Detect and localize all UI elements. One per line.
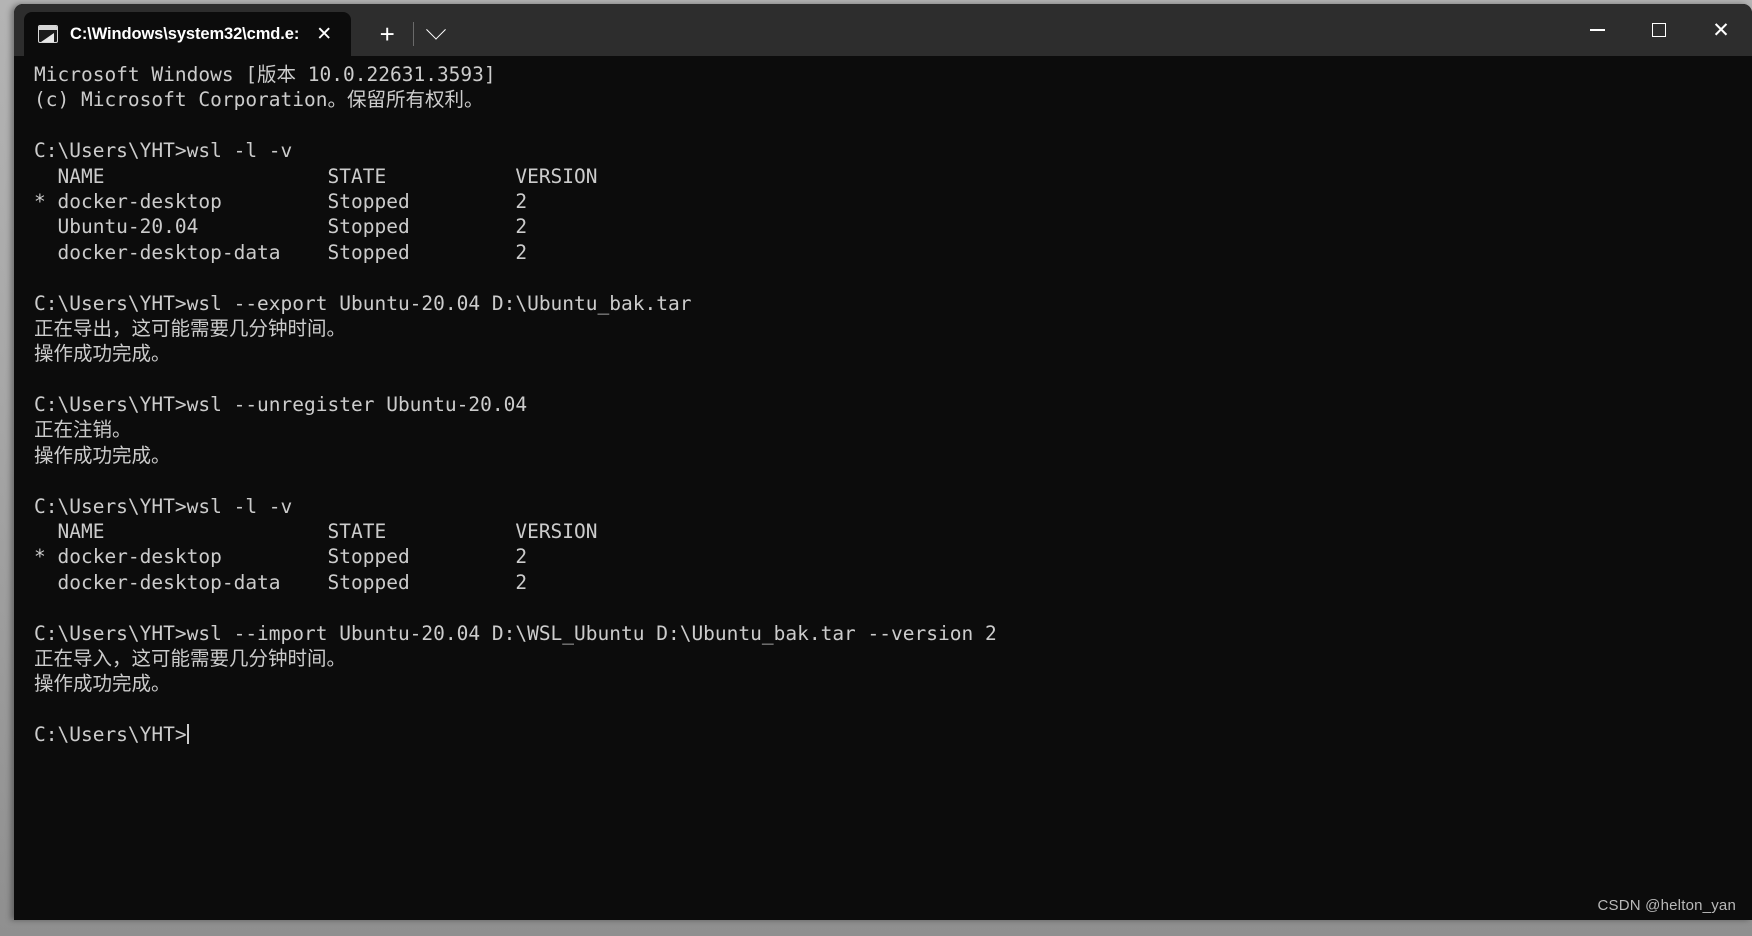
terminal-line: Microsoft Windows [版本 10.0.22631.3593] [34, 63, 496, 86]
terminal-line: C:\Users\YHT>wsl --import Ubuntu-20.04 D… [34, 621, 997, 645]
terminal-body[interactable]: Microsoft Windows [版本 10.0.22631.3593] (c… [14, 56, 1752, 920]
tab-title: C:\Windows\system32\cmd.e: [70, 24, 300, 43]
maximize-button[interactable] [1628, 4, 1690, 56]
close-window-button[interactable]: ✕ [1690, 4, 1752, 56]
terminal-line: (c) Microsoft Corporation。保留所有权利。 [34, 88, 484, 112]
terminal-line: C:\Users\YHT>wsl -l -v [34, 139, 293, 163]
terminal-line: 操作成功完成。 [34, 672, 171, 696]
terminal-line: C:\Users\YHT>wsl --export Ubuntu-20.04 D… [34, 291, 692, 315]
minimize-button[interactable] [1566, 4, 1628, 56]
watermark: CSDN @helton_yan [1597, 897, 1736, 914]
terminal-line: 操作成功完成。 [34, 342, 171, 366]
console-icon [38, 25, 58, 43]
tab-cmd[interactable]: C:\Windows\system32\cmd.e: ✕ [24, 12, 352, 56]
tab-separator [413, 22, 415, 46]
terminal-line: 操作成功完成。 [34, 443, 171, 467]
terminal-line: NAME STATE VERSION [34, 520, 598, 544]
window-controls: ✕ [1566, 4, 1752, 56]
terminal-line: Ubuntu-20.04 Stopped 2 [34, 215, 528, 239]
terminal-line: 正在注销。 [34, 418, 132, 442]
terminal-line: 正在导入，这可能需要几分钟时间。 [34, 646, 347, 670]
terminal-line: C:\Users\YHT>wsl --unregister Ubuntu-20.… [34, 393, 528, 417]
tab-dropdown-button[interactable] [416, 14, 456, 54]
terminal-line: 正在导出，这可能需要几分钟时间。 [34, 316, 347, 340]
terminal-line: docker-desktop-data Stopped 2 [34, 570, 528, 594]
close-tab-button[interactable]: ✕ [309, 19, 339, 49]
close-icon: ✕ [1712, 18, 1730, 42]
terminal-window: C:\Windows\system32\cmd.e: ✕ + ✕ Microso… [14, 4, 1752, 920]
chevron-down-icon [426, 19, 447, 40]
title-bar: C:\Windows\system32\cmd.e: ✕ + ✕ [14, 4, 1752, 56]
terminal-line: NAME STATE VERSION [34, 164, 598, 188]
terminal-line: C:\Users\YHT> [34, 723, 189, 747]
maximize-icon [1652, 23, 1666, 37]
terminal-line: C:\Users\YHT>wsl -l -v [34, 494, 293, 518]
terminal-screen[interactable]: Microsoft Windows [版本 10.0.22631.3593] (c… [34, 62, 1742, 920]
text-cursor [186, 724, 189, 745]
new-tab-button[interactable]: + [367, 14, 407, 54]
terminal-line: * docker-desktop Stopped 2 [34, 189, 528, 213]
terminal-line: * docker-desktop Stopped 2 [34, 545, 528, 569]
minimize-icon [1589, 29, 1605, 31]
tab-strip: C:\Windows\system32\cmd.e: ✕ + [14, 4, 456, 56]
terminal-line: docker-desktop-data Stopped 2 [34, 240, 528, 264]
